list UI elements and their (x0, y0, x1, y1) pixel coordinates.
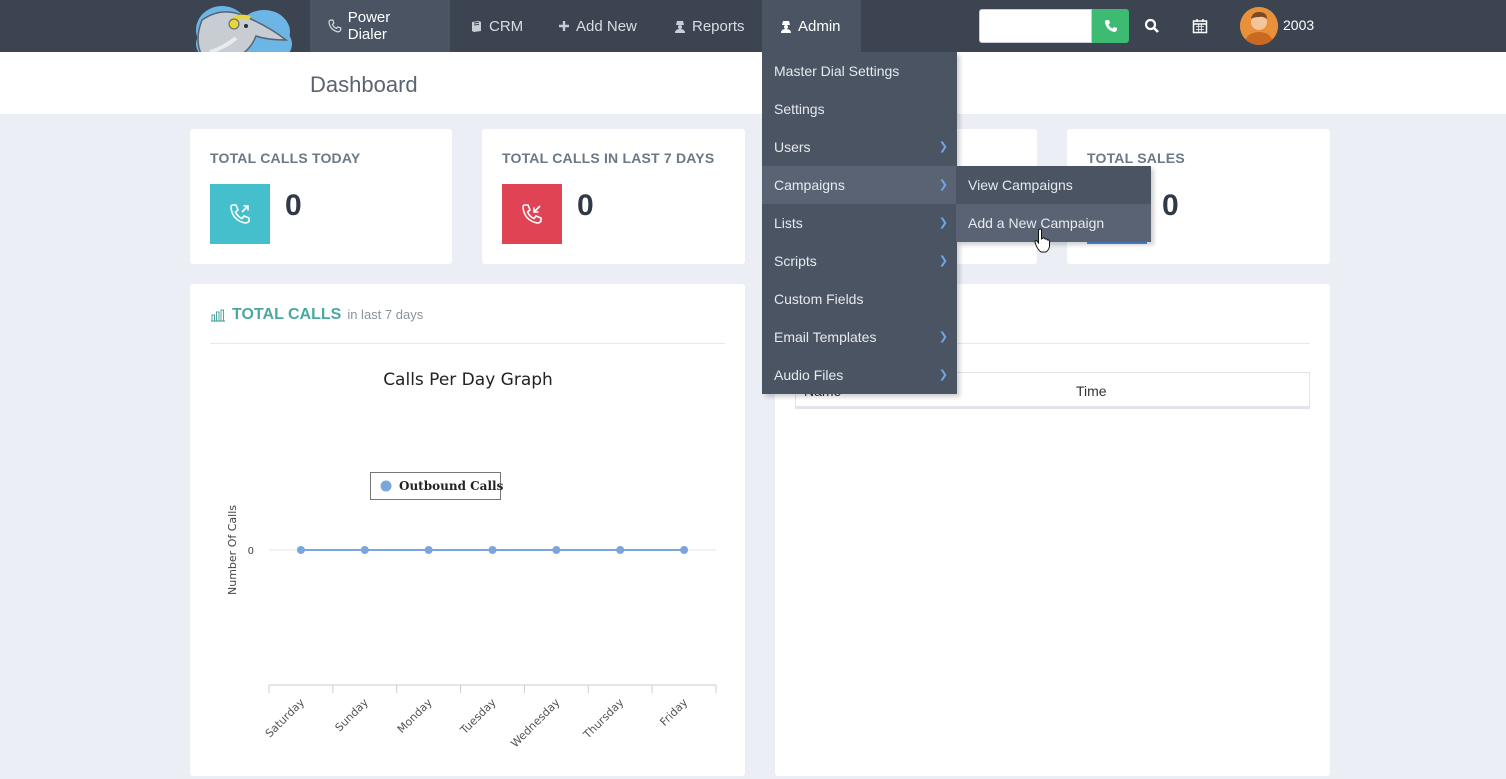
plus-icon (559, 21, 569, 31)
calendar-icon[interactable] (1190, 16, 1210, 36)
menu-item-audio-files[interactable]: Audio Files ❯ (762, 356, 957, 394)
hand-cursor-icon (1034, 228, 1050, 253)
calls-per-day-chart: Calls Per Day Graph Outbound Calls Numbe… (226, 370, 717, 751)
user-avatar[interactable] (1240, 7, 1278, 45)
y-axis-label: Number Of Calls (226, 505, 239, 595)
stat-value: 0 (285, 189, 302, 222)
menu-item-campaigns[interactable]: Campaigns ❯ (762, 166, 957, 204)
column-header-time[interactable]: Time (1076, 383, 1107, 399)
menu-item-label: Scripts (774, 253, 817, 269)
x-tick-label: Thursday (580, 696, 626, 742)
data-point (296, 546, 305, 554)
user-secret-icon (781, 20, 791, 33)
stat-title: TOTAL CALLS TODAY (210, 150, 361, 166)
x-tick-label: Monday (395, 696, 435, 736)
chevron-right-icon: ❯ (938, 255, 948, 267)
stat-value: 0 (577, 189, 594, 222)
stat-card-calls-7-days: TOTAL CALLS IN LAST 7 DAYS 0 (482, 129, 745, 264)
y-tick-label: 0 (248, 546, 254, 557)
menu-item-label: Campaigns (774, 177, 845, 193)
stat-card-calls-today: TOTAL CALLS TODAY 0 (190, 129, 452, 264)
chevron-right-icon: ❯ (938, 369, 948, 381)
data-point (488, 546, 497, 554)
legend-label: Outbound Calls (399, 479, 504, 493)
menu-item-label: Users (774, 139, 811, 155)
page-title: Dashboard (310, 72, 418, 97)
search-icon[interactable] (1142, 16, 1162, 36)
submenu-item-add-campaign[interactable]: Add a New Campaign (956, 204, 1151, 242)
x-tick-label: Saturday (263, 696, 308, 741)
menu-item-label: Email Templates (774, 329, 877, 345)
nav-label: Power Dialer (347, 9, 391, 43)
phone-icon (1104, 20, 1117, 32)
data-point (424, 546, 433, 554)
phone-handset-icon (328, 19, 342, 33)
chevron-right-icon: ❯ (938, 179, 948, 191)
data-point (616, 546, 625, 554)
submenu-item-view-campaigns[interactable]: View Campaigns (956, 166, 1151, 204)
x-tick-label: Tuesday (457, 696, 499, 738)
total-calls-panel: TOTAL CALLS in last 7 days Calls Per Day… (190, 284, 745, 776)
stat-value: 0 (1162, 189, 1179, 222)
menu-item-users[interactable]: Users ❯ (762, 128, 957, 166)
outgoing-call-icon (210, 184, 270, 244)
user-extension[interactable]: 2003 (1283, 17, 1314, 33)
menu-item-label: Master Dial Settings (774, 63, 900, 79)
admin-dropdown-menu: Master Dial Settings Settings Users ❯ Cam… (762, 52, 957, 394)
data-point (360, 546, 369, 554)
menu-item-label: Settings (774, 101, 825, 117)
x-tick-label: Sunday (333, 696, 372, 735)
data-point (552, 546, 561, 554)
dial-button[interactable] (1092, 9, 1129, 43)
x-tick-label: Wednesday (508, 696, 563, 751)
x-tick-label: Friday (657, 696, 690, 729)
page-header (0, 52, 1506, 114)
menu-item-label: Audio Files (774, 367, 844, 383)
book-icon (472, 20, 481, 32)
menu-item-label: Lists (774, 215, 803, 231)
nav-label: Reports (692, 17, 745, 35)
incoming-call-icon (502, 184, 562, 244)
menu-item-lists[interactable]: Lists ❯ (762, 204, 957, 242)
menu-item-label: Custom Fields (774, 291, 864, 307)
stat-title: TOTAL CALLS IN LAST 7 DAYS (502, 150, 715, 166)
nav-label: Admin (798, 17, 841, 35)
chevron-right-icon: ❯ (938, 141, 948, 153)
stat-title: TOTAL SALES (1087, 150, 1185, 166)
chart-legend[interactable]: Outbound Calls (370, 472, 504, 500)
nav-power-dialer[interactable]: Power Dialer (310, 0, 450, 52)
nav-admin[interactable]: Admin (762, 0, 861, 52)
menu-item-email-templates[interactable]: Email Templates ❯ (762, 318, 957, 356)
data-point (680, 546, 689, 554)
chevron-right-icon: ❯ (938, 331, 948, 343)
nav-label: Add New (576, 17, 637, 35)
nav-label: CRM (489, 17, 524, 35)
menu-item-settings[interactable]: Settings (762, 90, 957, 128)
menu-item-scripts[interactable]: Scripts ❯ (762, 242, 957, 280)
campaigns-submenu: View Campaigns Add a New Campaign (956, 166, 1151, 242)
nav-add-new[interactable]: Add New (540, 0, 655, 52)
legend-marker (380, 480, 392, 492)
submenu-item-label: View Campaigns (968, 177, 1073, 193)
chevron-right-icon: ❯ (938, 217, 948, 229)
nav-crm[interactable]: CRM (452, 0, 541, 52)
nav-reports[interactable]: Reports (656, 0, 763, 52)
menu-item-custom-fields[interactable]: Custom Fields (762, 280, 957, 318)
menu-item-master-dial-settings[interactable]: Master Dial Settings (762, 52, 957, 90)
user-secret-icon (675, 20, 685, 33)
chart-title: Calls Per Day Graph (383, 370, 553, 390)
search-input[interactable] (979, 9, 1092, 43)
